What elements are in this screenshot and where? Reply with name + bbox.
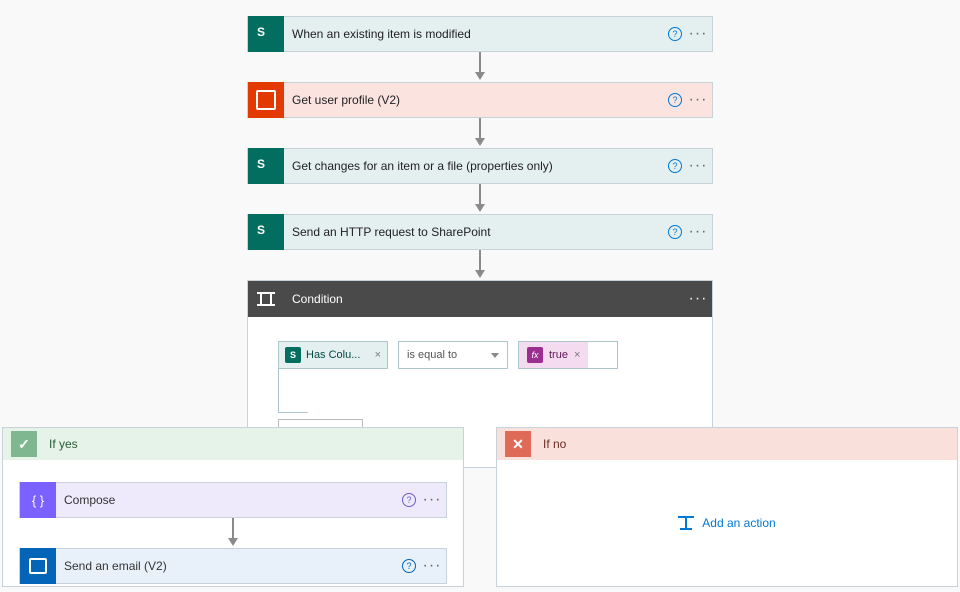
help-icon[interactable]: ? bbox=[666, 93, 684, 107]
sharepoint-icon: S bbox=[285, 347, 301, 363]
step-menu[interactable]: ··· bbox=[418, 557, 446, 575]
branch-label: If yes bbox=[49, 437, 78, 451]
connector-arrow bbox=[223, 518, 243, 548]
if-yes-header[interactable]: ✓ If yes bbox=[3, 428, 463, 460]
step-get-user-profile[interactable]: Get user profile (V2) ? ··· bbox=[247, 82, 713, 118]
step-menu[interactable]: ··· bbox=[684, 157, 712, 175]
condition-header[interactable]: Condition ··· bbox=[248, 281, 712, 317]
token-text: Has Colu... bbox=[306, 349, 370, 361]
help-icon[interactable]: ? bbox=[666, 159, 684, 173]
fx-icon: fx bbox=[527, 347, 543, 363]
operator-label: is equal to bbox=[407, 349, 457, 361]
connector-arrow bbox=[470, 250, 490, 280]
step-menu[interactable]: ··· bbox=[684, 290, 712, 308]
add-action-button[interactable]: Add an action bbox=[678, 516, 775, 530]
if-no-header[interactable]: ✕ If no bbox=[497, 428, 957, 460]
connector-arrow bbox=[470, 184, 490, 214]
check-icon: ✓ bbox=[11, 431, 37, 457]
step-label: Compose bbox=[56, 493, 400, 507]
sharepoint-icon bbox=[248, 214, 284, 250]
step-label: When an existing item is modified bbox=[284, 27, 666, 41]
step-label: Get user profile (V2) bbox=[284, 93, 666, 107]
step-http-sharepoint[interactable]: Send an HTTP request to SharePoint ? ··· bbox=[247, 214, 713, 250]
step-sharepoint-trigger[interactable]: When an existing item is modified ? ··· bbox=[247, 16, 713, 52]
token-text: true bbox=[549, 349, 568, 361]
sharepoint-icon bbox=[248, 148, 284, 184]
remove-token-icon[interactable]: × bbox=[574, 349, 580, 361]
condition-join-edge bbox=[278, 369, 308, 413]
step-menu[interactable]: ··· bbox=[418, 491, 446, 509]
help-icon[interactable]: ? bbox=[400, 493, 418, 507]
chevron-down-icon bbox=[491, 353, 499, 358]
if-no-branch: ✕ If no Add an action bbox=[496, 427, 958, 587]
outlook-icon bbox=[20, 548, 56, 584]
step-label: Send an HTTP request to SharePoint bbox=[284, 225, 666, 239]
condition-right-operand[interactable]: fx true × bbox=[518, 341, 618, 369]
step-send-email[interactable]: Send an email (V2) ? ··· bbox=[19, 548, 447, 584]
step-label: Get changes for an item or a file (prope… bbox=[284, 159, 666, 173]
help-icon[interactable]: ? bbox=[666, 225, 684, 239]
add-action-label: Add an action bbox=[702, 516, 775, 530]
step-label: Send an email (V2) bbox=[56, 559, 400, 573]
step-compose[interactable]: { } Compose ? ··· bbox=[19, 482, 447, 518]
condition-icon bbox=[248, 281, 284, 317]
condition-operator-select[interactable]: is equal to bbox=[398, 341, 508, 369]
step-menu[interactable]: ··· bbox=[684, 223, 712, 241]
connector-arrow bbox=[470, 118, 490, 148]
close-icon: ✕ bbox=[505, 431, 531, 457]
step-get-changes[interactable]: Get changes for an item or a file (prope… bbox=[247, 148, 713, 184]
condition-title: Condition bbox=[284, 292, 684, 306]
step-menu[interactable]: ··· bbox=[684, 25, 712, 43]
office365-icon bbox=[248, 82, 284, 118]
compose-icon: { } bbox=[20, 482, 56, 518]
help-icon[interactable]: ? bbox=[400, 559, 418, 573]
connector-arrow bbox=[470, 52, 490, 82]
condition-left-operand[interactable]: S Has Colu... × bbox=[278, 341, 388, 369]
branch-label: If no bbox=[543, 437, 566, 451]
add-action-icon bbox=[678, 516, 694, 530]
sharepoint-icon bbox=[248, 16, 284, 52]
if-yes-branch: ✓ If yes { } Compose ? ··· Send an email… bbox=[2, 427, 464, 587]
step-menu[interactable]: ··· bbox=[684, 91, 712, 109]
remove-token-icon[interactable]: × bbox=[375, 349, 381, 361]
help-icon[interactable]: ? bbox=[666, 27, 684, 41]
